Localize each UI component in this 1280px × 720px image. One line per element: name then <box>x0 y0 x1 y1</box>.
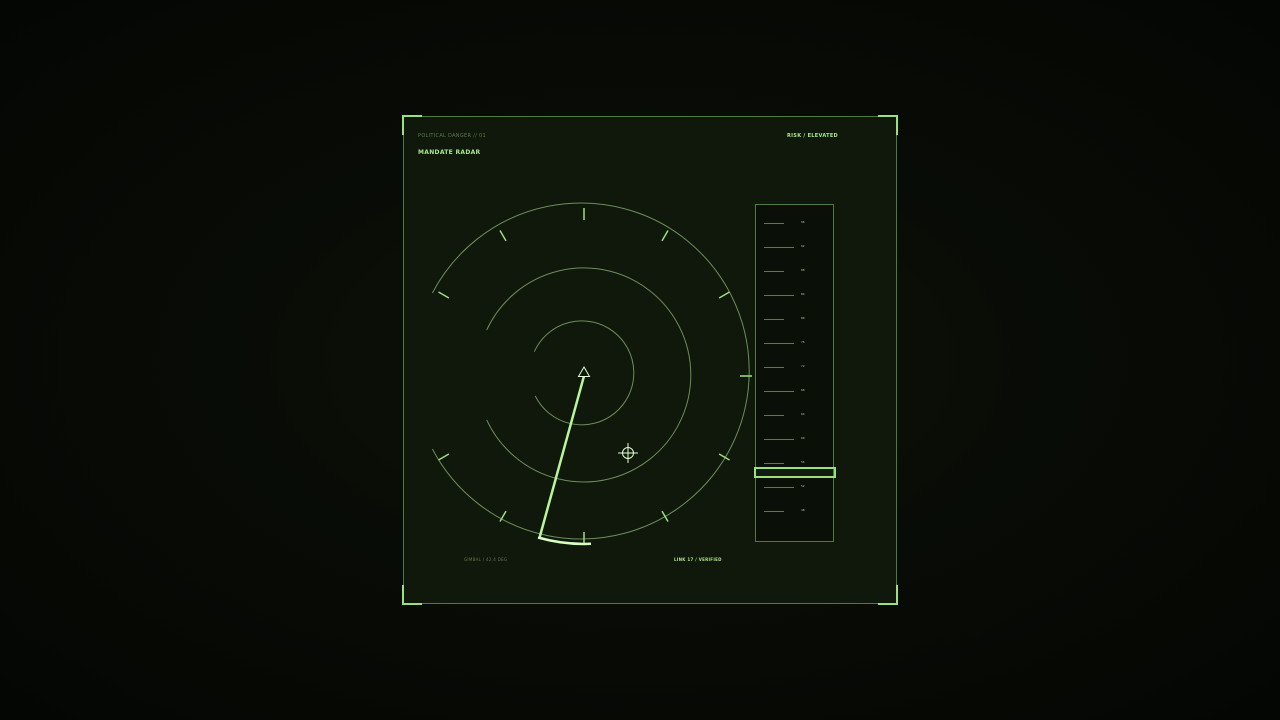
scale-tick: 80 <box>756 315 833 323</box>
bearing-tick <box>499 230 507 242</box>
scale-tick: 48 <box>756 507 833 515</box>
scale-tick: 96 <box>756 219 833 227</box>
scale-tick-label: 96 <box>801 220 805 224</box>
scale-tick-label: 64 <box>801 412 805 416</box>
scale-tick-label: 72 <box>801 364 805 368</box>
scale-tick: 92 <box>756 243 833 251</box>
scale-tick-label: 52 <box>801 484 805 488</box>
scale-value-marker[interactable] <box>754 467 836 478</box>
scale-tick: 64 <box>756 411 833 419</box>
scale-tick-label: 48 <box>801 508 805 512</box>
bearing-tick <box>661 510 669 522</box>
radar-outer-ring <box>431 202 750 540</box>
scale-tick: 60 <box>756 435 833 443</box>
gimbal-readout: GIMBAL / 42.4 DEG <box>464 557 508 562</box>
mandate-vertical-scale: 96 92 88 84 80 76 72 68 64 60 56 52 48 <box>755 204 834 542</box>
radar-sweep-needle <box>538 374 586 538</box>
scale-tick: 88 <box>756 267 833 275</box>
scale-tick-label: 56 <box>801 460 805 464</box>
scale-tick-label: 68 <box>801 388 805 392</box>
link-status-readout: LINK 17 / VERIFIED <box>674 557 722 562</box>
scale-tick: 52 <box>756 483 833 491</box>
mandate-radar-panel: POLITICAL DANGER // 01 MANDATE RADAR RIS… <box>402 115 898 605</box>
crosshair-icon <box>618 443 638 463</box>
scale-tick: 76 <box>756 339 833 347</box>
scale-tick-label: 60 <box>801 436 805 440</box>
scale-tick: 84 <box>756 291 833 299</box>
scale-tick-label: 76 <box>801 340 805 344</box>
heading-triangle-icon <box>577 366 591 377</box>
radar-bearing-ticks <box>438 208 752 544</box>
bearing-tick <box>661 230 669 242</box>
scale-tick-label: 84 <box>801 292 805 296</box>
scale-tick: 56 <box>756 459 833 467</box>
scale-tick: 68 <box>756 387 833 395</box>
bearing-tick <box>438 453 450 461</box>
bearing-tick <box>438 291 450 299</box>
scale-tick-label: 88 <box>801 268 805 272</box>
scale-tick-label: 80 <box>801 316 805 320</box>
scale-tick-label: 92 <box>801 244 805 248</box>
bearing-tick <box>718 291 730 299</box>
scale-tick: 72 <box>756 363 833 371</box>
